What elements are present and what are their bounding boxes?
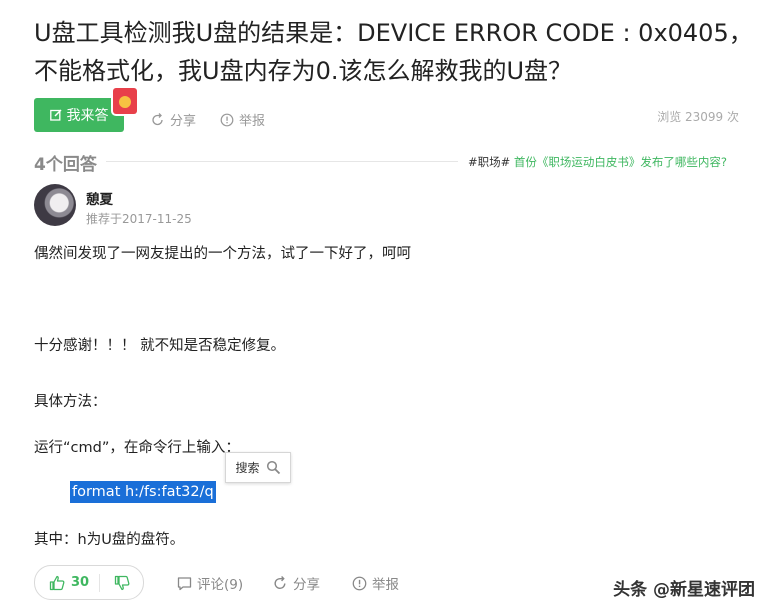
- view-count: 浏览 23099 次: [657, 110, 739, 124]
- answer-button[interactable]: 我来答: [34, 98, 124, 132]
- answer-paragraph: 十分感谢！！！ 就不知是否稳定修复。: [34, 338, 286, 354]
- search-popup-label: 搜索: [235, 461, 260, 475]
- divider: [106, 161, 458, 162]
- comment-button[interactable]: 评论(9): [177, 573, 243, 593]
- answer-paragraph: 运行“cmd”，在命令行上输入：: [34, 440, 240, 456]
- share-icon: [274, 575, 286, 589]
- alert-icon: [352, 576, 367, 590]
- edit-icon: [49, 109, 62, 121]
- report-button[interactable]: 举报: [220, 110, 265, 129]
- share-label: 分享: [170, 114, 197, 129]
- thumbs-up-icon: [49, 575, 65, 590]
- search-popup[interactable]: 搜索: [225, 452, 291, 483]
- share-button[interactable]: 分享: [151, 110, 196, 129]
- answer-button-label: 我来答: [66, 108, 109, 124]
- answer-date: 推荐于2017-11-25: [86, 212, 192, 226]
- comment-icon: [177, 576, 192, 590]
- topic-text: 首份《职场运动白皮书》发布了哪些内容?: [510, 155, 728, 169]
- share-icon: [152, 112, 163, 125]
- share-button-bottom[interactable]: 分享: [273, 573, 320, 593]
- comment-label: 评论(9): [197, 577, 244, 593]
- vote-box: 30: [34, 565, 144, 600]
- question-title: U盘工具检测我U盘的结果是：DEVICE ERROR CODE : 0x0405…: [34, 19, 753, 85]
- search-icon: [266, 460, 280, 475]
- like-count: 30: [71, 575, 90, 590]
- answer-paragraph: 其中：h为U盘的盘符。: [34, 532, 185, 548]
- report-label: 举报: [239, 114, 266, 129]
- report-button-bottom[interactable]: 举报: [352, 573, 399, 593]
- answer-count: 4个回答: [34, 155, 97, 175]
- share-label: 分享: [293, 577, 320, 593]
- topic-link[interactable]: #职场# 首份《职场运动白皮书》发布了哪些内容?: [468, 154, 727, 170]
- answer-paragraph: 偶然间发现了一网友提出的一个方法，试了一下好了，呵呵: [34, 246, 411, 262]
- red-packet-icon[interactable]: [113, 88, 137, 114]
- avatar[interactable]: [34, 184, 76, 226]
- answer-paragraph: 具体方法：: [34, 394, 107, 410]
- dislike-button[interactable]: [100, 575, 143, 591]
- like-button[interactable]: 30: [35, 575, 99, 591]
- alert-icon: [220, 113, 234, 126]
- username[interactable]: 憩夏: [86, 188, 113, 208]
- report-label: 举报: [372, 577, 399, 593]
- selected-code[interactable]: format h:/fs:fat32/q: [70, 481, 216, 503]
- watermark: 头条 @新星速评团: [613, 580, 755, 600]
- topic-tag: #职场#: [468, 155, 511, 169]
- thumbs-down-icon: [114, 575, 129, 590]
